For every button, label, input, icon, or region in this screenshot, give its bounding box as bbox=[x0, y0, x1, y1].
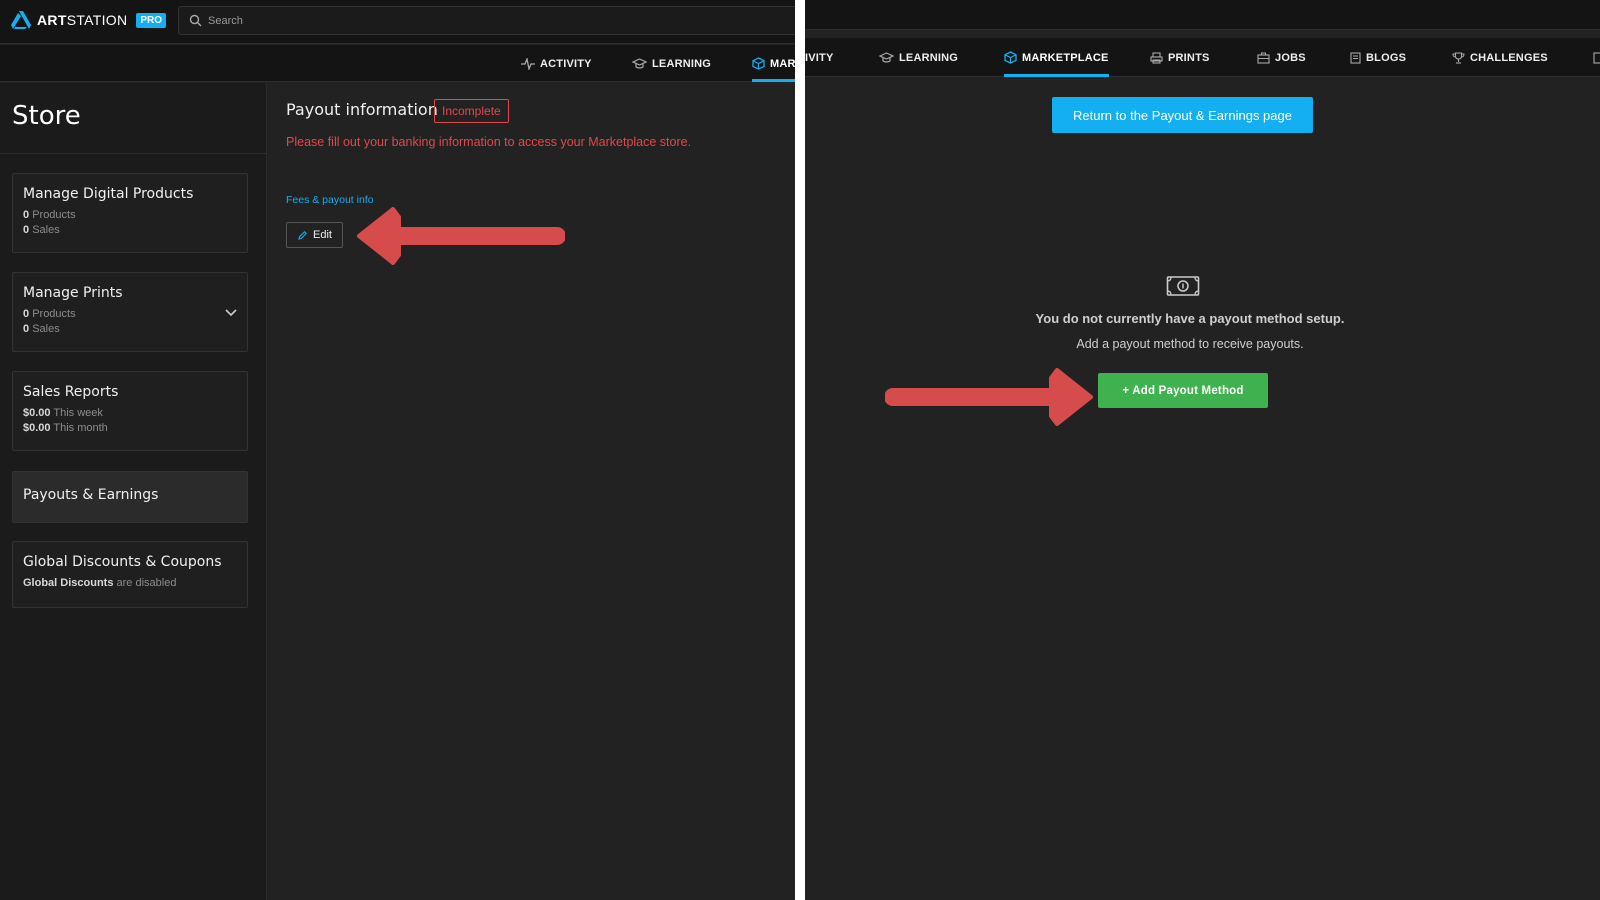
store-sidebar: Store Manage Digital Products 0 Products… bbox=[0, 83, 267, 900]
search-bar[interactable] bbox=[178, 6, 795, 35]
artstation-logo-icon bbox=[11, 11, 31, 29]
card-sales-reports[interactable]: Sales Reports $0.00 This week $0.00 This… bbox=[12, 371, 248, 451]
marketplace-icon bbox=[1004, 51, 1017, 64]
right-screenshot-panel: IVITY LEARNING MARKETPLACE PRINTS JOBS B… bbox=[805, 0, 1600, 900]
empty-state-subtitle: Add a payout method to receive payouts. bbox=[1076, 337, 1304, 351]
nav-marketplace[interactable]: MAR bbox=[752, 45, 795, 82]
nav-prints[interactable]: PRINTS bbox=[1150, 38, 1210, 77]
top-header: ARTSTATION PRO bbox=[0, 0, 795, 44]
prints-icon bbox=[1150, 51, 1163, 64]
active-tab-indicator bbox=[752, 79, 795, 82]
brand-name: ARTSTATION bbox=[37, 12, 128, 28]
main-nav: IVITY LEARNING MARKETPLACE PRINTS JOBS B… bbox=[805, 38, 1600, 77]
blogs-icon bbox=[1350, 51, 1361, 64]
nav-learning[interactable]: LEARNING bbox=[879, 38, 958, 77]
add-payout-method-button[interactable]: + Add Payout Method bbox=[1098, 373, 1268, 408]
nav-learning[interactable]: LEARNING bbox=[632, 45, 711, 82]
money-icon bbox=[1166, 276, 1200, 296]
learning-icon bbox=[632, 57, 647, 69]
annotation-arrow-right bbox=[885, 368, 1093, 426]
chevron-down-icon[interactable] bbox=[225, 309, 237, 317]
top-header-cropped bbox=[805, 0, 1600, 30]
main-nav: ACTIVITY LEARNING MAR bbox=[0, 45, 795, 82]
banking-warning: Please fill out your banking information… bbox=[286, 135, 692, 149]
active-tab-indicator bbox=[1004, 74, 1109, 77]
left-screenshot-panel: ARTSTATION PRO ACTIVITY LEARNING MAR Sto… bbox=[0, 0, 795, 900]
nav-marketplace[interactable]: MARKETPLACE bbox=[1004, 38, 1109, 77]
nav-blogs[interactable]: BLOGS bbox=[1350, 38, 1406, 77]
marketplace-icon bbox=[752, 57, 765, 70]
card-global-discounts[interactable]: Global Discounts & Coupons Global Discou… bbox=[12, 541, 248, 608]
nav-activity[interactable]: IVITY bbox=[805, 38, 834, 77]
learning-icon bbox=[879, 51, 894, 63]
search-icon bbox=[189, 14, 202, 27]
annotation-arrow-left bbox=[357, 207, 565, 265]
pencil-icon bbox=[298, 230, 307, 240]
activity-icon bbox=[521, 57, 535, 70]
panel-separator bbox=[795, 0, 805, 900]
return-payout-earnings-button[interactable]: Return to the Payout & Earnings page bbox=[1052, 97, 1313, 133]
status-badge: Incomplete bbox=[434, 99, 509, 123]
card-manage-digital-products[interactable]: Manage Digital Products 0 Products 0 Sal… bbox=[12, 173, 248, 253]
sidebar-divider bbox=[0, 153, 267, 154]
jobs-icon bbox=[1257, 51, 1270, 64]
payout-info-heading: Payout information bbox=[286, 100, 438, 119]
pro-badge: PRO bbox=[136, 12, 167, 28]
search-input[interactable] bbox=[208, 14, 708, 27]
challenges-icon bbox=[1452, 51, 1465, 64]
page-title: Store bbox=[12, 101, 81, 131]
card-manage-prints[interactable]: Manage Prints 0 Products 0 Sales bbox=[12, 272, 248, 352]
artstation-logo[interactable]: ARTSTATION PRO bbox=[10, 10, 167, 30]
empty-state-title: You do not currently have a payout metho… bbox=[1035, 311, 1345, 326]
nav-overflow-item[interactable] bbox=[1593, 38, 1600, 77]
nav-challenges[interactable]: CHALLENGES bbox=[1452, 38, 1548, 77]
blogs-icon bbox=[1593, 51, 1600, 64]
edit-button[interactable]: Edit bbox=[286, 222, 343, 248]
nav-activity[interactable]: ACTIVITY bbox=[521, 45, 592, 82]
nav-jobs[interactable]: JOBS bbox=[1257, 38, 1306, 77]
card-payouts-earnings[interactable]: Payouts & Earnings bbox=[12, 471, 248, 523]
